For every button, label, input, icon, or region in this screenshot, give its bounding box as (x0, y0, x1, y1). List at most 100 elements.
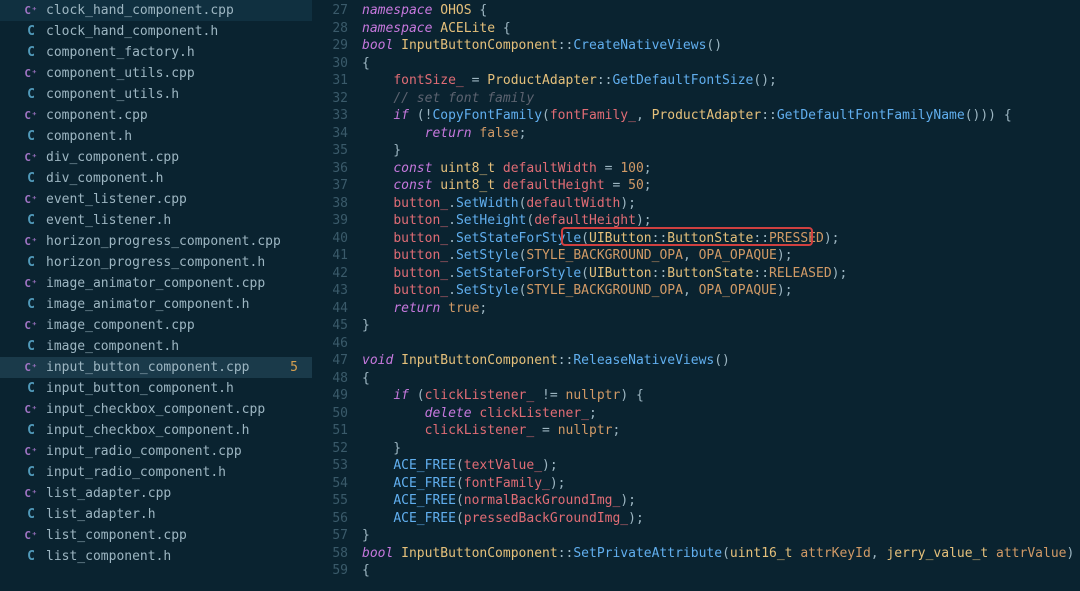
file-name-label: clock_hand_component.h (46, 24, 304, 39)
line-number: 31 (312, 72, 348, 90)
file-item[interactable]: Cinput_button_component.h (0, 378, 312, 399)
code-line[interactable]: ACE_FREE(fontFamily_); (362, 475, 1080, 493)
file-item[interactable]: Clist_component.h (0, 546, 312, 567)
line-number: 55 (312, 492, 348, 510)
file-item[interactable]: Cinput_radio_component.h (0, 462, 312, 483)
code-line[interactable]: } (362, 440, 1080, 458)
file-item[interactable]: Clist_adapter.h (0, 504, 312, 525)
code-line[interactable]: } (362, 317, 1080, 335)
file-item[interactable]: C⁺event_listener.cpp (0, 189, 312, 210)
file-item[interactable]: C⁺list_adapter.cpp (0, 483, 312, 504)
code-line[interactable]: { (362, 370, 1080, 388)
code-line[interactable]: // set font family (362, 90, 1080, 108)
code-line[interactable]: button_.SetWidth(defaultWidth); (362, 195, 1080, 213)
code-content[interactable]: namespace OHOS {namespace ACELite {bool … (362, 0, 1080, 591)
code-line[interactable]: return false; (362, 125, 1080, 143)
file-name-label: div_component.cpp (46, 150, 304, 165)
code-line[interactable]: } (362, 142, 1080, 160)
file-item[interactable]: Ccomponent.h (0, 126, 312, 147)
file-name-label: input_button_component.h (46, 381, 304, 396)
file-item[interactable]: Ccomponent_factory.h (0, 42, 312, 63)
file-name-label: image_component.h (46, 339, 304, 354)
line-number: 41 (312, 247, 348, 265)
code-line[interactable]: const uint8_t defaultWidth = 100; (362, 160, 1080, 178)
file-item[interactable]: Cinput_checkbox_component.h (0, 420, 312, 441)
file-name-label: event_listener.cpp (46, 192, 304, 207)
c-file-icon: C (24, 423, 38, 438)
line-number: 46 (312, 335, 348, 353)
c-file-icon: C (24, 45, 38, 60)
file-item[interactable]: C⁺input_button_component.cpp5 (0, 357, 312, 378)
code-line[interactable]: { (362, 562, 1080, 580)
line-number: 47 (312, 352, 348, 370)
file-item[interactable]: Chorizon_progress_component.h (0, 252, 312, 273)
code-line[interactable]: if (clickListener_ != nullptr) { (362, 387, 1080, 405)
c-file-icon: C (24, 507, 38, 522)
line-number: 33 (312, 107, 348, 125)
code-line[interactable]: bool InputButtonComponent::CreateNativeV… (362, 37, 1080, 55)
code-line[interactable]: button_.SetStateForStyle(UIButton::Butto… (362, 230, 1080, 248)
file-item[interactable]: C⁺component.cpp (0, 105, 312, 126)
code-line[interactable]: ACE_FREE(normalBackGroundImg_); (362, 492, 1080, 510)
file-item[interactable]: Cimage_component.h (0, 336, 312, 357)
cpp-file-icon: C⁺ (24, 403, 38, 416)
file-item[interactable]: Ccomponent_utils.h (0, 84, 312, 105)
code-line[interactable]: fontSize_ = ProductAdapter::GetDefaultFo… (362, 72, 1080, 90)
line-number: 45 (312, 317, 348, 335)
file-item[interactable]: C⁺list_component.cpp (0, 525, 312, 546)
line-number: 39 (312, 212, 348, 230)
line-number: 30 (312, 55, 348, 73)
line-number: 57 (312, 527, 348, 545)
file-name-label: list_component.h (46, 549, 304, 564)
file-item[interactable]: C⁺image_component.cpp (0, 315, 312, 336)
file-item[interactable]: Cimage_animator_component.h (0, 294, 312, 315)
file-item[interactable]: C⁺input_checkbox_component.cpp (0, 399, 312, 420)
code-line[interactable] (362, 335, 1080, 353)
file-item[interactable]: Cclock_hand_component.h (0, 21, 312, 42)
code-line[interactable]: namespace ACELite { (362, 20, 1080, 38)
file-name-label: horizon_progress_component.cpp (46, 234, 304, 249)
file-item[interactable]: C⁺ div_component.cpp (0, 147, 312, 168)
file-name-label: input_checkbox_component.h (46, 423, 304, 438)
code-line[interactable]: return true; (362, 300, 1080, 318)
code-line[interactable]: button_.SetStyle(STYLE_BACKGROUND_OPA, O… (362, 247, 1080, 265)
code-line[interactable]: void InputButtonComponent::ReleaseNative… (362, 352, 1080, 370)
cpp-file-icon: C⁺ (24, 151, 38, 164)
code-line[interactable]: clickListener_ = nullptr; (362, 422, 1080, 440)
cpp-file-icon: C⁺ (24, 319, 38, 332)
file-name-label: component.cpp (46, 108, 304, 123)
code-line[interactable]: ACE_FREE(textValue_); (362, 457, 1080, 475)
file-name-label: list_adapter.cpp (46, 486, 304, 501)
file-item[interactable]: Cdiv_component.h (0, 168, 312, 189)
code-line[interactable]: const uint8_t defaultHeight = 50; (362, 177, 1080, 195)
file-item[interactable]: C⁺ horizon_progress_component.cpp (0, 231, 312, 252)
code-line[interactable]: bool InputButtonComponent::SetPrivateAtt… (362, 545, 1080, 563)
code-line[interactable]: button_.SetStateForStyle(UIButton::Butto… (362, 265, 1080, 283)
c-file-icon: C (24, 465, 38, 480)
code-line[interactable]: delete clickListener_; (362, 405, 1080, 423)
file-item[interactable]: C⁺image_animator_component.cpp (0, 273, 312, 294)
code-line[interactable]: namespace OHOS { (362, 2, 1080, 20)
file-name-label: component_utils.cpp (46, 66, 304, 81)
line-number: 36 (312, 160, 348, 178)
line-number: 28 (312, 20, 348, 38)
code-line[interactable]: ACE_FREE(pressedBackGroundImg_); (362, 510, 1080, 528)
line-number: 43 (312, 282, 348, 300)
cpp-file-icon: C⁺ (24, 529, 38, 542)
file-item[interactable]: C⁺input_radio_component.cpp (0, 441, 312, 462)
line-number: 35 (312, 142, 348, 160)
cpp-file-icon: C⁺ (24, 361, 38, 374)
code-line[interactable]: button_.SetHeight(defaultHeight); (362, 212, 1080, 230)
code-line[interactable]: if (!CopyFontFamily(fontFamily_, Product… (362, 107, 1080, 125)
cpp-file-icon: C⁺ (24, 235, 38, 248)
file-name-label: image_animator_component.cpp (46, 276, 304, 291)
code-line[interactable]: } (362, 527, 1080, 545)
file-item[interactable]: C⁺clock_hand_component.cpp (0, 0, 312, 21)
code-line[interactable]: { (362, 55, 1080, 73)
c-file-icon: C (24, 339, 38, 354)
code-line[interactable]: button_.SetStyle(STYLE_BACKGROUND_OPA, O… (362, 282, 1080, 300)
file-item[interactable]: Cevent_listener.h (0, 210, 312, 231)
file-item[interactable]: C⁺component_utils.cpp (0, 63, 312, 84)
code-editor[interactable]: 2728293031323334353637383940414243444546… (312, 0, 1080, 591)
file-explorer[interactable]: C⁺clock_hand_component.cppCclock_hand_co… (0, 0, 312, 591)
